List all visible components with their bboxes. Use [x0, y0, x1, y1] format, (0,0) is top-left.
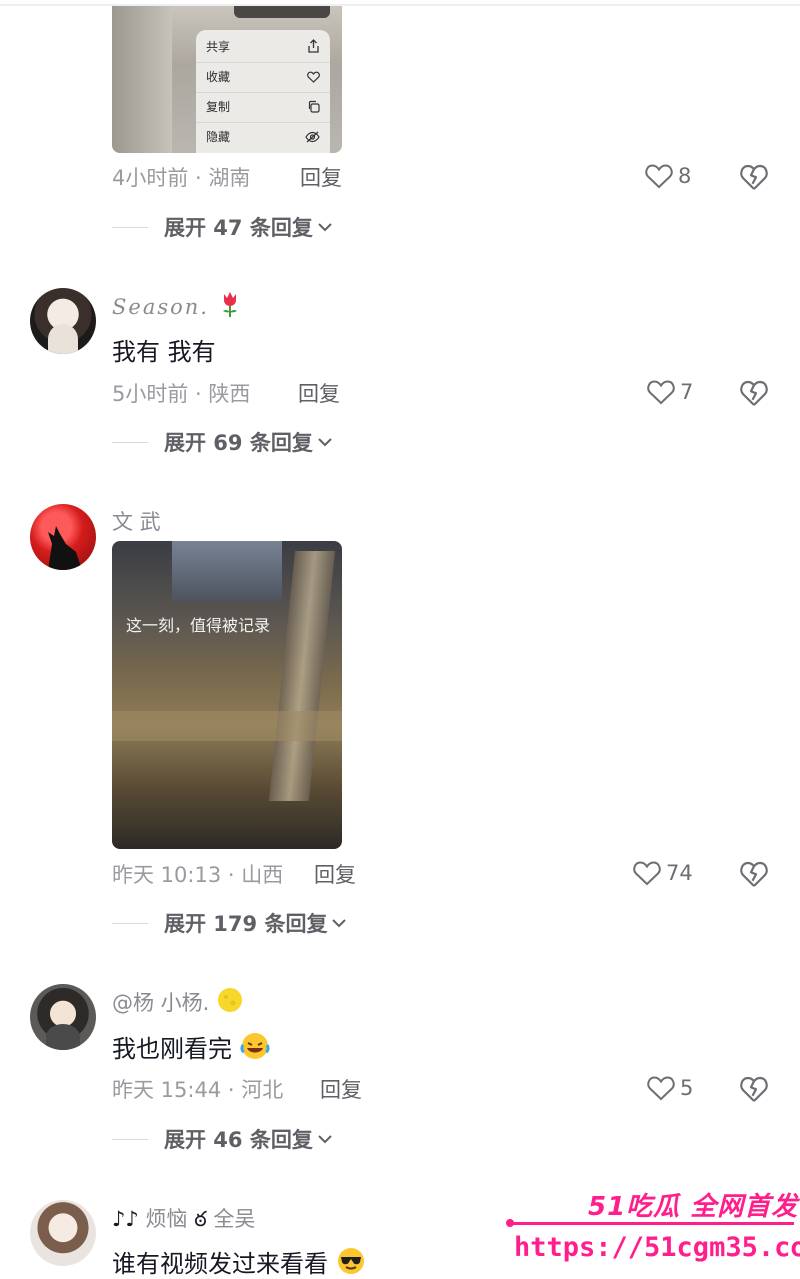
- expand-replies-button[interactable]: 展开 46 条回复: [112, 1124, 333, 1154]
- comment-time-location: 4小时前 · 湖南: [112, 166, 251, 190]
- expand-replies-button[interactable]: 展开 47 条回复: [112, 212, 333, 242]
- comment-username[interactable]: 文 武: [112, 506, 161, 536]
- reply-button[interactable]: 回复: [298, 378, 340, 408]
- watermark-title: 51吃瓜 全网首发: [588, 1192, 799, 1222]
- heart-icon: [307, 71, 320, 83]
- menu-item-share[interactable]: 共享: [196, 32, 330, 60]
- menu-item-hide[interactable]: 隐藏: [196, 122, 330, 150]
- comment-video-thumbnail[interactable]: [112, 541, 342, 849]
- reply-button[interactable]: 回复: [320, 1074, 362, 1104]
- tulip-emoji-icon: [222, 292, 237, 317]
- menu-item-label: 复制: [206, 100, 231, 114]
- username-text: Season.: [112, 295, 209, 319]
- avatar[interactable]: [30, 984, 96, 1050]
- chevron-down-icon: [318, 438, 332, 447]
- username-text: 全吴: [213, 1207, 256, 1231]
- like-button[interactable]: 7: [646, 375, 693, 409]
- menu-item-copy[interactable]: 复制: [196, 92, 330, 120]
- reply-button[interactable]: 回复: [314, 859, 356, 889]
- watermark-dot: [506, 1219, 514, 1227]
- expand-divider: [112, 226, 148, 228]
- heart-icon: [633, 861, 661, 886]
- video-caption: 这一刻，值得被记录: [126, 616, 271, 635]
- expand-replies-button[interactable]: 展开 179 条回复: [112, 908, 347, 938]
- avatar[interactable]: [30, 288, 96, 354]
- sunglasses-emoji-icon: [337, 1248, 364, 1274]
- expand-divider: [112, 441, 148, 443]
- expand-replies-label: 展开 46 条回复: [164, 1128, 313, 1152]
- menu-item-label: 隐藏: [206, 130, 231, 144]
- like-button[interactable]: 8: [644, 159, 691, 193]
- username-text: @杨 小杨.: [112, 991, 210, 1015]
- chevron-down-icon: [332, 919, 347, 928]
- heart-icon: [647, 1076, 675, 1101]
- like-count: 7: [680, 380, 694, 404]
- expand-replies-button[interactable]: 展开 69 条回复: [112, 427, 333, 457]
- broken-heart-icon[interactable]: [738, 375, 770, 409]
- share-icon: [308, 39, 319, 53]
- heart-icon: [647, 380, 675, 405]
- menu-item-favorite[interactable]: 收藏: [196, 62, 330, 90]
- comment-time-location: 昨天 10:13 · 山西: [112, 863, 284, 887]
- comment-text: 我也刚看完: [112, 1029, 270, 1064]
- comment-text-content: 我也刚看完: [112, 1035, 232, 1063]
- expand-replies-label: 展开 69 条回复: [164, 431, 313, 455]
- like-count: 5: [680, 1076, 694, 1100]
- username-text: 烦恼: [145, 1207, 188, 1231]
- menu-item-label: 收藏: [206, 70, 231, 84]
- like-button[interactable]: 74: [632, 856, 693, 890]
- heart-icon: [645, 164, 673, 189]
- expand-replies-label: 展开 179 条回复: [164, 912, 328, 936]
- chevron-down-icon: [318, 1135, 332, 1144]
- menu-item-label: 共享: [206, 39, 231, 54]
- comment-username[interactable]: @杨 小杨.: [112, 986, 244, 1017]
- chevron-down-icon: [318, 223, 332, 232]
- comment-username[interactable]: Season.: [112, 290, 242, 319]
- broken-heart-icon[interactable]: [738, 1071, 770, 1105]
- expand-divider: [112, 1138, 148, 1140]
- laughing-crying-emoji-icon: [240, 1033, 270, 1059]
- comment-time-location: 昨天 15:44 · 河北: [112, 1078, 284, 1102]
- broken-heart-icon[interactable]: [738, 159, 770, 193]
- reply-button[interactable]: 回复: [300, 162, 342, 192]
- eye-off-icon: [305, 131, 320, 142]
- symbol-icon: ఠ: [194, 1207, 207, 1231]
- expand-replies-label: 展开 47 条回复: [164, 216, 313, 240]
- like-count: 74: [666, 861, 693, 885]
- avatar[interactable]: [30, 1200, 96, 1266]
- wolf-silhouette-icon: [48, 526, 82, 570]
- like-button[interactable]: 5: [646, 1071, 693, 1105]
- copy-icon: [308, 100, 320, 113]
- expand-divider: [112, 922, 148, 924]
- avatar[interactable]: [30, 504, 96, 570]
- comment-username[interactable]: ♪♪ 烦恼 ఠ 全吴: [112, 1203, 255, 1237]
- comment-time-location: 5小时前 · 陕西: [112, 382, 251, 406]
- music-notes-icon: ♪♪: [112, 1207, 139, 1231]
- broken-heart-icon[interactable]: [738, 856, 770, 890]
- like-count: 8: [678, 164, 692, 188]
- watermark-url: https://51cgm35.com: [514, 1232, 800, 1263]
- comment-text: 我有 我有: [112, 338, 216, 366]
- moon-emoji-icon: [218, 988, 243, 1012]
